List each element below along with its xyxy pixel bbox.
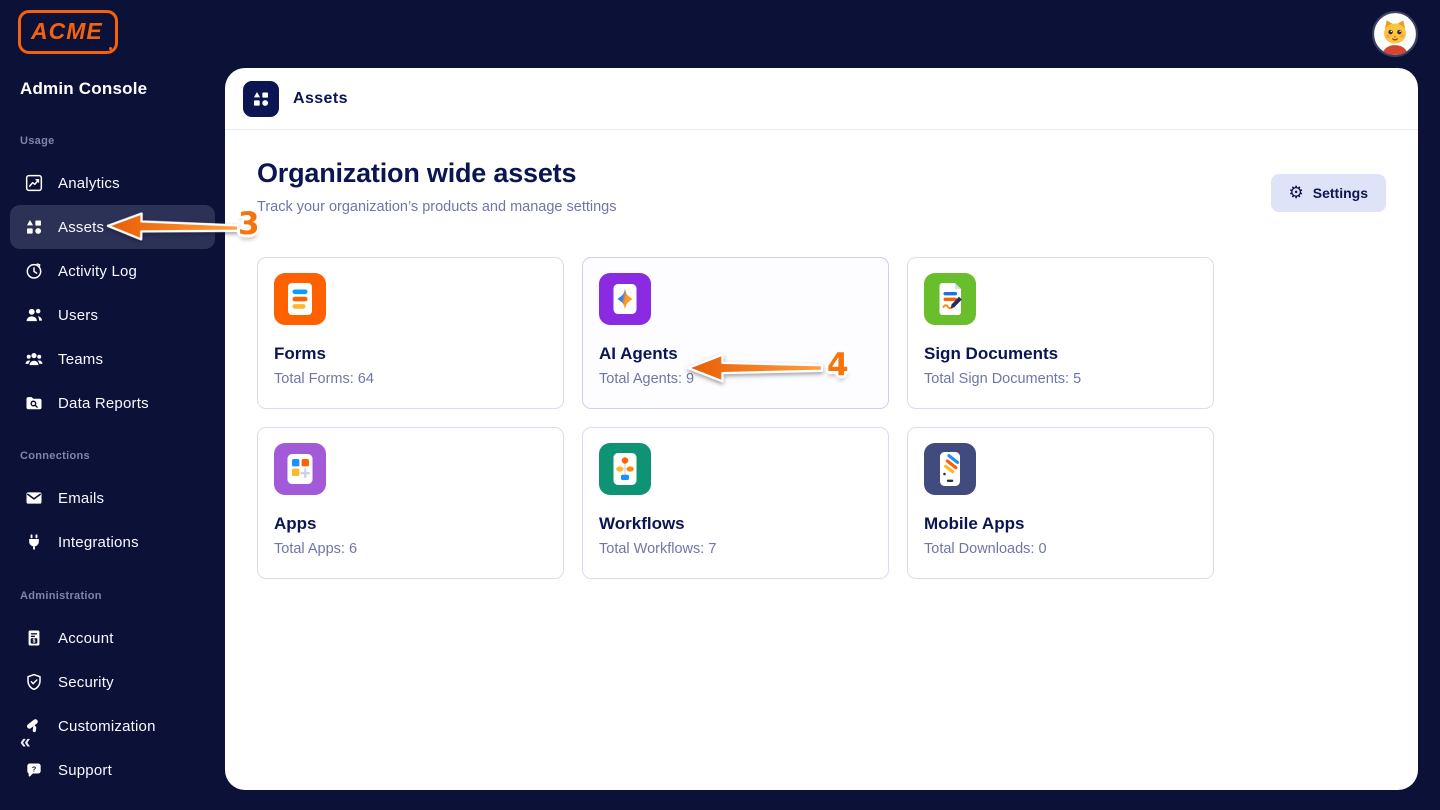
card-title: Apps xyxy=(274,514,547,534)
sidebar-item-assets[interactable]: Assets xyxy=(10,205,215,249)
acme-logo[interactable]: ACME xyxy=(18,10,118,54)
settings-button-label: Settings xyxy=(1313,185,1368,201)
apps-icon xyxy=(274,443,326,495)
support-icon: ? xyxy=(24,760,44,780)
sidebar-item-support[interactable]: ? Support xyxy=(0,748,225,792)
app-title: Admin Console xyxy=(20,79,147,99)
card-stat: Total Agents: 9 xyxy=(599,371,872,387)
svg-text:?: ? xyxy=(32,765,37,774)
section-label-administration: Administration xyxy=(0,590,225,608)
account-icon: $ xyxy=(24,628,44,648)
sidebar-item-teams[interactable]: Teams xyxy=(0,337,225,381)
teams-icon xyxy=(24,349,44,369)
sidebar-item-label: Security xyxy=(58,674,114,691)
card-stat: Total Workflows: 7 xyxy=(599,541,872,557)
sidebar-item-activity-log[interactable]: Activity Log xyxy=(0,249,225,293)
sidebar-item-label: Customization xyxy=(58,718,156,735)
card-stat: Total Apps: 6 xyxy=(274,541,547,557)
sidebar-item-label: Assets xyxy=(58,219,104,236)
card-title: Workflows xyxy=(599,514,872,534)
panel-body: Organization wide assets Track your orga… xyxy=(225,130,1418,579)
sidebar-item-label: Activity Log xyxy=(58,263,137,280)
logo-trademark-dot xyxy=(109,47,112,50)
analytics-icon xyxy=(24,173,44,193)
emails-icon xyxy=(24,488,44,508)
users-icon xyxy=(24,305,44,325)
user-avatar[interactable] xyxy=(1372,11,1418,57)
card-title: Sign Documents xyxy=(924,344,1197,364)
sidebar-item-users[interactable]: Users xyxy=(0,293,225,337)
sidebar-item-label: Data Reports xyxy=(58,395,149,412)
sidebar-item-label: Integrations xyxy=(58,534,139,551)
card-apps[interactable]: Apps Total Apps: 6 xyxy=(257,427,564,579)
sidebar-item-label: Analytics xyxy=(58,175,120,192)
card-title: Mobile Apps xyxy=(924,514,1197,534)
sidebar-item-account[interactable]: $ Account xyxy=(0,616,225,660)
sidebar-item-label: Teams xyxy=(58,351,103,368)
sidebar-collapse-button[interactable]: « xyxy=(20,733,31,753)
sidebar-item-emails[interactable]: Emails xyxy=(0,476,225,520)
activity-log-icon xyxy=(24,261,44,281)
ai-agents-icon xyxy=(599,273,651,325)
sidebar-item-data-reports[interactable]: Data Reports xyxy=(0,381,225,425)
page-subtitle: Track your organization’s products and m… xyxy=(257,199,616,215)
panel-header: Assets xyxy=(225,68,1418,130)
sidebar-item-label: Support xyxy=(58,762,112,779)
settings-button[interactable]: ⚙ Settings xyxy=(1271,174,1386,212)
sidebar-item-analytics[interactable]: Analytics xyxy=(0,161,225,205)
gear-icon: ⚙ xyxy=(1289,185,1304,202)
card-stat: Total Forms: 64 xyxy=(274,371,547,387)
sidebar: ACME Admin Console Usage Analytics Asset… xyxy=(0,0,225,810)
nav-group-usage: Usage Analytics Assets Activity Log User… xyxy=(0,135,225,425)
workflows-icon xyxy=(599,443,651,495)
nav-group-administration: Administration $ Account Security Custom… xyxy=(0,590,225,792)
integrations-icon xyxy=(24,532,44,552)
card-ai-agents[interactable]: AI Agents Total Agents: 9 xyxy=(582,257,889,409)
sidebar-item-customization[interactable]: Customization xyxy=(0,704,225,748)
card-title: AI Agents xyxy=(599,344,872,364)
card-forms[interactable]: Forms Total Forms: 64 xyxy=(257,257,564,409)
card-mobile-apps[interactable]: Mobile Apps Total Downloads: 0 xyxy=(907,427,1214,579)
data-reports-icon xyxy=(24,393,44,413)
sidebar-item-integrations[interactable]: Integrations xyxy=(0,520,225,564)
card-title: Forms xyxy=(274,344,547,364)
assets-icon xyxy=(24,217,44,237)
mobile-apps-icon xyxy=(924,443,976,495)
sign-documents-icon xyxy=(924,273,976,325)
asset-cards-grid: Forms Total Forms: 64 AI Agents Total Ag… xyxy=(257,257,1386,579)
security-icon xyxy=(24,672,44,692)
nav-group-connections: Connections Emails Integrations xyxy=(0,450,225,564)
card-sign-documents[interactable]: Sign Documents Total Sign Documents: 5 xyxy=(907,257,1214,409)
page-title: Organization wide assets xyxy=(257,158,616,189)
sidebar-item-label: Emails xyxy=(58,490,104,507)
sidebar-item-label: Account xyxy=(58,630,114,647)
section-label-connections: Connections xyxy=(0,450,225,468)
acme-logo-text: ACME xyxy=(31,18,103,44)
assets-header-icon xyxy=(243,81,279,117)
panel-header-title: Assets xyxy=(293,90,348,108)
card-stat: Total Downloads: 0 xyxy=(924,541,1197,557)
section-label-usage: Usage xyxy=(0,135,225,153)
sidebar-item-security[interactable]: Security xyxy=(0,660,225,704)
card-stat: Total Sign Documents: 5 xyxy=(924,371,1197,387)
card-workflows[interactable]: Workflows Total Workflows: 7 xyxy=(582,427,889,579)
forms-icon xyxy=(274,273,326,325)
svg-text:$: $ xyxy=(33,639,36,645)
main-panel: Assets Organization wide assets Track yo… xyxy=(225,68,1418,790)
sidebar-item-label: Users xyxy=(58,307,98,324)
cat-avatar-icon xyxy=(1372,11,1418,57)
